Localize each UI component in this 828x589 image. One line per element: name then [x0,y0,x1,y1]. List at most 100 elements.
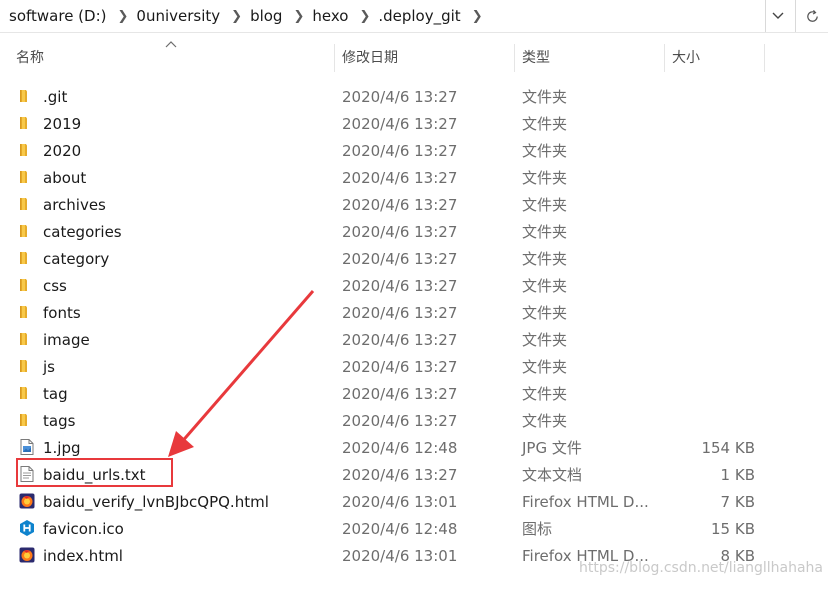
breadcrumb-item-0university[interactable]: 0university [130,7,220,25]
file-row[interactable]: 2020 2020/4/6 13:27 文件夹 [0,137,828,164]
chevron-right-icon[interactable]: ❯ [461,9,485,24]
watermark: https://blog.csdn.net/liangllhahaha [579,560,824,576]
image-file-icon [18,438,36,456]
file-name: 2019 [43,114,82,133]
file-row[interactable]: tag 2020/4/6 13:27 文件夹 [0,380,828,407]
file-modified-date: 2020/4/6 13:27 [342,411,458,430]
chevron-right-icon[interactable]: ❯ [348,9,372,24]
address-bar: software (D:) ❯ 0university ❯ blog ❯ hex… [0,0,828,33]
file-row[interactable]: image 2020/4/6 13:27 文件夹 [0,326,828,353]
file-row[interactable]: 1.jpg 2020/4/6 12:48 JPG 文件 154 KB [0,434,828,461]
file-size [660,83,755,110]
column-header-size[interactable]: 大小 [672,40,700,74]
file-size [660,353,755,380]
file-row[interactable]: baidu_verify_lvnBJbcQPQ.html 2020/4/6 13:… [0,488,828,515]
folder-icon [18,195,36,213]
file-type: 文件夹 [522,142,568,160]
file-size [660,191,755,218]
file-row[interactable]: about 2020/4/6 13:27 文件夹 [0,164,828,191]
file-name: archives [43,195,106,214]
address-history-dropdown[interactable] [766,0,790,32]
column-divider[interactable] [514,44,515,72]
file-row[interactable]: 2019 2020/4/6 13:27 文件夹 [0,110,828,137]
column-header-type[interactable]: 类型 [522,40,550,74]
hexo-icon [18,519,36,537]
chevron-right-icon[interactable]: ❯ [282,9,306,24]
file-row[interactable]: favicon.ico 2020/4/6 12:48 图标 15 KB [0,515,828,542]
chevron-right-icon[interactable]: ❯ [220,9,244,24]
file-name: js [43,357,55,376]
annotation-highlight-box [16,458,173,487]
firefox-html-icon [18,546,36,564]
folder-icon [18,303,36,321]
breadcrumb[interactable]: software (D:) ❯ 0university ❯ blog ❯ hex… [0,0,766,32]
folder-icon [18,87,36,105]
file-name: favicon.ico [43,519,124,538]
file-name: tag [43,384,68,403]
column-divider[interactable] [764,44,765,72]
file-name: baidu_verify_lvnBJbcQPQ.html [43,492,269,511]
column-header-date[interactable]: 修改日期 [342,40,398,74]
file-row[interactable]: category 2020/4/6 13:27 文件夹 [0,245,828,272]
file-name: category [43,249,110,268]
file-name: 1.jpg [43,438,81,457]
file-modified-date: 2020/4/6 13:27 [342,87,458,106]
file-type: 图标 [522,520,553,538]
file-modified-date: 2020/4/6 13:27 [342,222,458,241]
file-row[interactable]: .git 2020/4/6 13:27 文件夹 [0,83,828,110]
column-divider[interactable] [664,44,665,72]
file-row[interactable]: archives 2020/4/6 13:27 文件夹 [0,191,828,218]
column-header-name[interactable]: 名称 [16,40,44,74]
folder-icon [18,384,36,402]
file-row[interactable]: tags 2020/4/6 13:27 文件夹 [0,407,828,434]
file-row[interactable]: fonts 2020/4/6 13:27 文件夹 [0,299,828,326]
file-modified-date: 2020/4/6 13:27 [342,249,458,268]
file-type: JPG 文件 [522,439,582,457]
breadcrumb-item-deploy-git[interactable]: .deploy_git [372,7,460,25]
breadcrumb-item-blog[interactable]: blog [244,7,282,25]
file-size [660,164,755,191]
folder-icon [18,276,36,294]
folder-icon [18,222,36,240]
file-type: 文件夹 [522,196,568,214]
file-name: tags [43,411,76,430]
file-name: about [43,168,87,187]
folder-icon [18,330,36,348]
file-size [660,299,755,326]
file-modified-date: 2020/4/6 13:27 [342,303,458,322]
refresh-icon [807,9,818,22]
file-type: 文件夹 [522,277,568,295]
file-row[interactable]: css 2020/4/6 13:27 文件夹 [0,272,828,299]
file-name: 2020 [43,141,82,160]
file-size [660,272,755,299]
file-name: index.html [43,546,123,565]
file-modified-date: 2020/4/6 13:27 [342,384,458,403]
file-type: 文件夹 [522,358,568,376]
file-type: Firefox HTML D... [522,492,649,511]
file-modified-date: 2020/4/6 13:27 [342,114,458,133]
folder-icon [18,411,36,429]
file-size [660,326,755,353]
file-type: 文件夹 [522,412,568,430]
file-type: 文件夹 [522,169,568,187]
file-name: css [43,276,67,295]
breadcrumb-item-hexo[interactable]: hexo [306,7,348,25]
file-size [660,380,755,407]
chevron-right-icon[interactable]: ❯ [107,9,131,24]
folder-icon [18,357,36,375]
folder-icon [18,168,36,186]
refresh-button[interactable] [795,0,828,32]
chevron-down-icon [772,12,784,19]
breadcrumb-item-drive[interactable]: software (D:) [0,7,107,25]
column-divider[interactable] [334,44,335,72]
file-type: 文件夹 [522,385,568,403]
file-row[interactable]: js 2020/4/6 13:27 文件夹 [0,353,828,380]
file-type: 文件夹 [522,331,568,349]
file-modified-date: 2020/4/6 13:01 [342,492,458,511]
folder-icon [18,249,36,267]
file-type: 文本文档 [522,466,583,484]
file-type: 文件夹 [522,115,568,133]
file-row[interactable]: categories 2020/4/6 13:27 文件夹 [0,218,828,245]
file-size: 7 KB [720,492,755,511]
sort-ascending-icon [165,41,177,48]
